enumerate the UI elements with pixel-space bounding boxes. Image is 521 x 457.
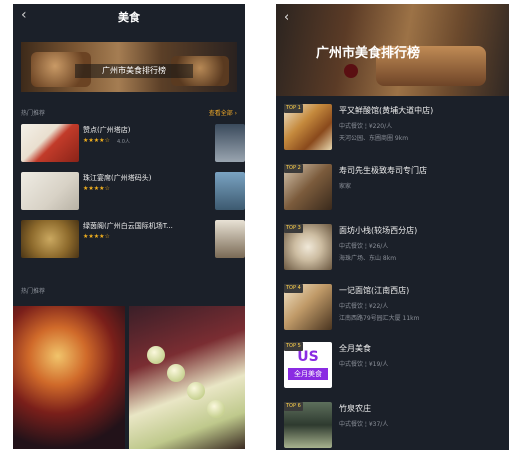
ranking-item[interactable]: TOP 2 寿司先生极致寿司专门店 家家 bbox=[276, 164, 509, 221]
rank-badge: TOP 6 bbox=[284, 402, 303, 411]
banner-title: 广州市美食排行榜 bbox=[102, 66, 166, 75]
logo-mark: US bbox=[297, 349, 319, 365]
star-rating-icon: ★★★★☆ bbox=[83, 185, 110, 192]
shop-name: 绿茵阁(广州白云国际机场T... bbox=[83, 222, 173, 230]
shop-category: 中式餐饮 ¦ ¥19/人 bbox=[339, 361, 389, 368]
rating-note: 4.0人 bbox=[117, 139, 130, 145]
logo-text: 全月美食 bbox=[288, 368, 328, 380]
ranking-item[interactable]: TOP 6 竹泉农庄 中式餐饮 ¦ ¥37/人 bbox=[276, 402, 509, 450]
shop-thumbnail bbox=[21, 172, 79, 210]
side-image[interactable] bbox=[215, 172, 245, 210]
star-rating-icon: ★★★★☆ bbox=[83, 137, 110, 144]
food-image bbox=[344, 64, 358, 78]
banner-title: 广州市美食排行榜 bbox=[316, 46, 421, 61]
featured-image[interactable] bbox=[129, 306, 245, 449]
rank-badge: TOP 1 bbox=[284, 104, 303, 113]
food-image bbox=[147, 346, 165, 364]
list-item[interactable]: 赞点(广州塔店) ★★★★☆ 4.0人 bbox=[21, 124, 245, 166]
food-image bbox=[207, 400, 225, 418]
shop-name: 全月美食 bbox=[339, 344, 371, 353]
shop-name: 面坊小栈(较场西分店) bbox=[339, 226, 418, 235]
food-image bbox=[167, 364, 185, 382]
left-phone-screen: ‹ 美食 广州市美食排行榜 热门推荐 查看全部 › 赞点(广州塔店) ★★★★☆… bbox=[13, 4, 245, 449]
side-image[interactable] bbox=[215, 124, 245, 162]
star-rating-icon: ★★★★☆ bbox=[83, 233, 110, 240]
right-phone-screen: ‹ 广州市美食排行榜 TOP 1 平又鲜酸馆(黄埔大道中店) 中式餐饮 ¦ ¥2… bbox=[276, 4, 509, 450]
food-image bbox=[187, 382, 205, 400]
nav-bar: ‹ 美食 bbox=[13, 4, 245, 28]
ranking-item[interactable]: TOP 1 平又鲜酸馆(黄埔大道中店) 中式餐饮 ¦ ¥220/人 天河公园、东… bbox=[276, 104, 509, 161]
ranking-item[interactable]: TOP 3 面坊小栈(较场西分店) 中式餐饮 ¦ ¥26/人 海珠广场、东山 8… bbox=[276, 224, 509, 281]
section-label: 热门推荐 bbox=[21, 110, 46, 117]
shop-thumbnail bbox=[21, 124, 79, 162]
section-header: 热门推荐 查看全部 › bbox=[21, 108, 237, 120]
ranking-banner[interactable]: 广州市美食排行榜 bbox=[21, 42, 237, 92]
shop-category: 家家 bbox=[339, 183, 352, 190]
ranking-banner: ‹ 广州市美食排行榜 bbox=[276, 4, 509, 96]
rank-badge: TOP 2 bbox=[284, 164, 303, 173]
ranking-item[interactable]: TOP 4 一记面馆(江南西店) 中式餐饮 ¦ ¥22/人 江南西路79号园汇大… bbox=[276, 284, 509, 341]
shop-name: 平又鲜酸馆(黄埔大道中店) bbox=[339, 106, 434, 115]
view-all-link[interactable]: 查看全部 › bbox=[209, 108, 237, 117]
shop-name: 赞点(广州塔店) bbox=[83, 126, 131, 134]
rank-badge: TOP 4 bbox=[284, 284, 303, 293]
shop-location: 海珠广场、东山 8km bbox=[339, 255, 397, 262]
shop-category: 中式餐饮 ¦ ¥37/人 bbox=[339, 421, 389, 428]
shop-location: 江南西路79号园汇大厦 11km bbox=[339, 315, 420, 322]
rank-badge: TOP 5 bbox=[284, 342, 303, 351]
shop-category: 中式餐饮 ¦ ¥22/人 bbox=[339, 303, 389, 310]
shop-name: 竹泉农庄 bbox=[339, 404, 371, 413]
page-title: 美食 bbox=[118, 11, 140, 24]
list-item[interactable]: 珠江宴席(广州塔码头) ★★★★☆ bbox=[21, 172, 245, 214]
side-image[interactable] bbox=[215, 220, 245, 258]
ranking-item[interactable]: US 全月美食 TOP 5 全月美食 中式餐饮 ¦ ¥19/人 bbox=[276, 342, 509, 399]
shop-name: 一记面馆(江南西店) bbox=[339, 286, 410, 295]
shop-location: 天河公园、东圃商圈 9km bbox=[339, 135, 409, 142]
featured-image[interactable] bbox=[13, 306, 125, 449]
back-icon[interactable]: ‹ bbox=[284, 10, 289, 25]
section-label: 热门推荐 bbox=[21, 288, 46, 295]
shop-name: 寿司先生极致寿司专门店 bbox=[339, 166, 427, 175]
shop-category: 中式餐饮 ¦ ¥220/人 bbox=[339, 123, 393, 130]
shop-name: 珠江宴席(广州塔码头) bbox=[83, 174, 152, 182]
shop-category: 中式餐饮 ¦ ¥26/人 bbox=[339, 243, 389, 250]
list-item[interactable]: 绿茵阁(广州白云国际机场T... ★★★★☆ bbox=[21, 220, 245, 262]
shop-thumbnail bbox=[21, 220, 79, 258]
rank-badge: TOP 3 bbox=[284, 224, 303, 233]
section-header: 热门推荐 bbox=[21, 286, 237, 298]
